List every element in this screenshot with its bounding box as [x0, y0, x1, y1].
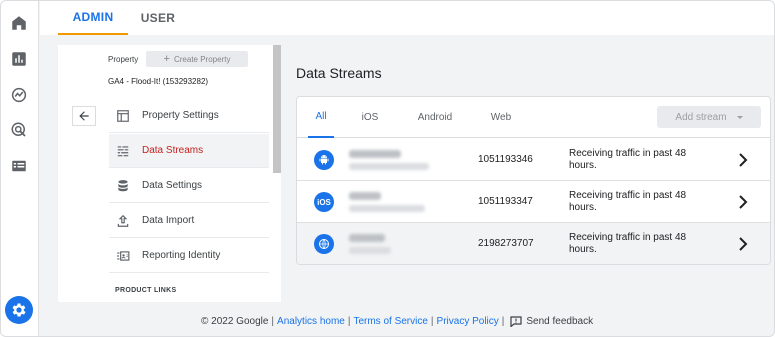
platform-tabs: All iOS Android Web Add stream — [297, 97, 770, 138]
nav-label: Reporting Identity — [142, 250, 221, 261]
create-property-button[interactable]: + Create Property — [146, 51, 248, 67]
footer-separator: | — [271, 316, 275, 327]
tab-user[interactable]: USER — [130, 1, 186, 35]
nav-label: Data Import — [142, 215, 195, 226]
analytics-home-link[interactable]: Analytics home — [277, 316, 345, 327]
footer-separator: | — [501, 316, 505, 327]
stream-row[interactable]: iOS 1051193347 Receiving traffic in past… — [297, 181, 770, 223]
create-property-label: Create Property — [173, 54, 231, 64]
left-rail — [1, 1, 39, 336]
property-label: Property — [108, 55, 139, 64]
stream-row[interactable]: 2198273707 Receiving traffic in past 48 … — [297, 223, 770, 264]
nav-data-settings[interactable]: Data Settings — [109, 169, 269, 203]
globe-icon — [314, 234, 334, 254]
ios-icon-label: iOS — [317, 197, 331, 207]
tab-android[interactable]: Android — [408, 97, 462, 138]
nav-data-import[interactable]: Data Import — [109, 204, 269, 238]
upload-icon — [116, 214, 130, 228]
tab-all[interactable]: All — [308, 97, 334, 138]
stream-status: Receiving traffic in past 48 hours. — [569, 190, 687, 213]
property-selector[interactable]: GA4 - Flood-It! (153293282) — [108, 77, 208, 86]
admin-settings-button[interactable] — [5, 296, 33, 324]
identity-icon — [116, 249, 130, 263]
page-title: Data Streams — [296, 65, 382, 81]
stream-id: 1051193346 — [478, 154, 533, 165]
add-stream-button[interactable]: Add stream — [657, 106, 761, 128]
nav-label: Data Streams — [142, 145, 204, 156]
tab-ios[interactable]: iOS — [355, 97, 385, 138]
tab-admin[interactable]: ADMIN — [58, 1, 128, 35]
stream-id: 1051193347 — [478, 196, 533, 207]
configure-icon[interactable] — [10, 157, 28, 175]
arrow-left-icon — [77, 109, 91, 123]
android-icon — [314, 150, 334, 170]
plus-icon: + — [163, 52, 170, 65]
chevron-right-icon[interactable] — [737, 153, 749, 167]
stream-status: Receiving traffic in past 48 hours. — [569, 232, 687, 255]
nav-reporting-identity[interactable]: Reporting Identity — [109, 239, 269, 273]
footer: © 2022 Google | Analytics home | Terms o… — [201, 316, 593, 327]
nav-data-streams[interactable]: Data Streams — [109, 134, 269, 168]
copyright-text: © 2022 Google — [201, 316, 269, 327]
panel-scrollbar[interactable] — [273, 45, 281, 173]
footer-separator: | — [347, 316, 351, 327]
add-stream-label: Add stream — [675, 111, 727, 123]
stream-id: 2198273707 — [478, 238, 534, 249]
explore-icon[interactable] — [10, 86, 28, 104]
property-column: Property + Create Property GA4 - Flood-I… — [58, 45, 281, 302]
back-button[interactable] — [72, 106, 96, 126]
app-frame: ADMIN USER Property + Create Property GA… — [0, 0, 775, 337]
redacted-stream-detail — [349, 163, 429, 170]
gear-icon — [10, 301, 28, 319]
redacted-stream-detail — [349, 247, 391, 254]
home-icon[interactable] — [10, 14, 28, 32]
chevron-right-icon[interactable] — [737, 237, 749, 251]
redacted-stream-name — [349, 150, 401, 158]
advertising-icon[interactable] — [10, 121, 28, 139]
redacted-stream-name — [349, 192, 381, 200]
send-feedback-link[interactable]: Send feedback — [526, 316, 593, 327]
stream-row[interactable]: 1051193346 Receiving traffic in past 48 … — [297, 139, 770, 181]
redacted-stream-name — [349, 234, 385, 242]
database-icon — [116, 179, 130, 193]
nav-property-settings[interactable]: Property Settings — [109, 99, 269, 133]
data-streams-card: All iOS Android Web Add stream 105119334… — [296, 96, 771, 265]
tab-web[interactable]: Web — [483, 97, 519, 138]
privacy-link[interactable]: Privacy Policy — [437, 316, 499, 327]
layout-icon — [116, 109, 130, 123]
dropdown-caret-icon — [736, 115, 743, 119]
product-links-heading: PRODUCT LINKS — [115, 287, 177, 294]
feedback-icon[interactable] — [510, 316, 522, 327]
nav-label: Property Settings — [142, 110, 219, 121]
streams-icon — [116, 144, 130, 158]
terms-link[interactable]: Terms of Service — [353, 316, 427, 327]
ios-icon: iOS — [314, 192, 334, 212]
redacted-stream-detail — [349, 205, 425, 212]
top-tab-bar: ADMIN USER — [40, 1, 774, 35]
footer-separator: | — [430, 316, 434, 327]
chevron-right-icon[interactable] — [737, 195, 749, 209]
stream-status: Receiving traffic in past 48 hours. — [569, 148, 687, 171]
reports-icon[interactable] — [10, 50, 28, 68]
nav-label: Data Settings — [142, 180, 203, 191]
